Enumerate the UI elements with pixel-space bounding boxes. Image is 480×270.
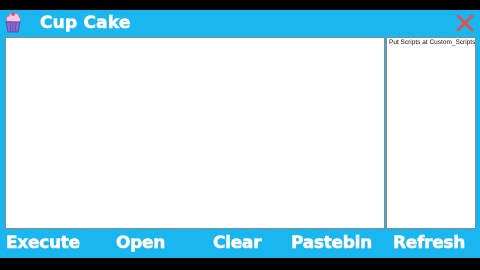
script-list[interactable]: Put Scripts at Custom_Scripts folder	[386, 37, 476, 229]
close-icon[interactable]	[456, 14, 474, 32]
executor-window: Cup Cake Put Scripts at Custom_Scripts f…	[0, 10, 480, 258]
pastebin-button[interactable]: Pastebin	[291, 230, 373, 256]
refresh-button[interactable]: Refresh	[393, 230, 466, 256]
cupcake-icon	[5, 12, 21, 33]
title-bar[interactable]: Cup Cake	[0, 10, 480, 36]
script-list-item[interactable]: Put Scripts at Custom_Scripts folder	[387, 38, 475, 48]
execute-button[interactable]: Execute	[6, 230, 81, 256]
window-title: Cup Cake	[40, 13, 131, 34]
clear-button[interactable]: Clear	[213, 230, 262, 256]
script-editor[interactable]	[5, 37, 385, 229]
open-button[interactable]: Open	[116, 230, 166, 256]
